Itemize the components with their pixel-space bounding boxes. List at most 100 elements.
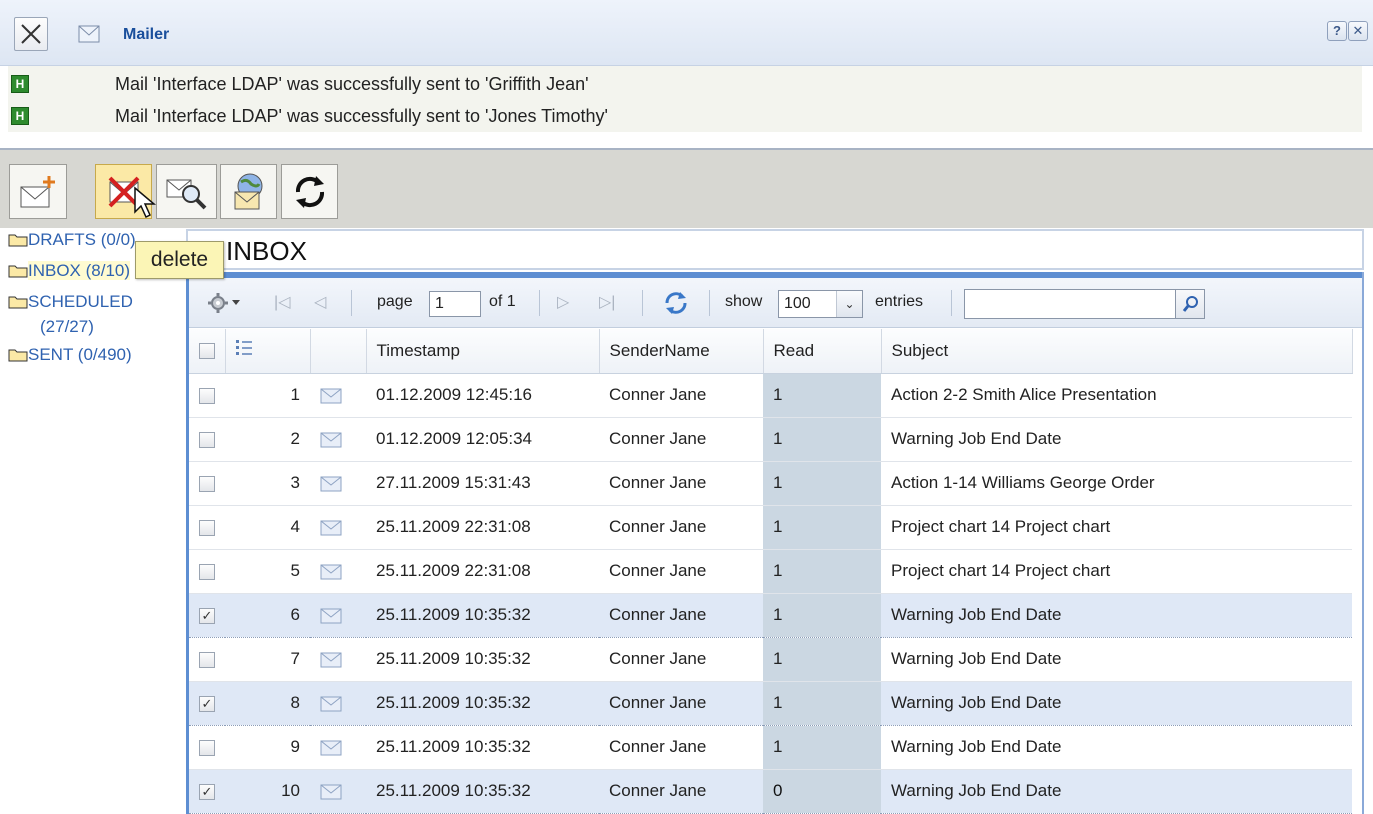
row-select-cell[interactable] — [189, 549, 225, 594]
timestamp-cell: 25.11.2009 10:35:32 — [366, 637, 599, 682]
row-checkbox[interactable] — [199, 563, 215, 580]
read-cell: 1 — [763, 417, 881, 462]
settings-gear-icon[interactable] — [207, 292, 241, 314]
mail-icon-cell — [310, 680, 366, 726]
prev-page-icon[interactable]: ◁ — [314, 292, 326, 312]
row-select-cell[interactable] — [189, 461, 225, 506]
close-icon — [21, 24, 41, 44]
new-mail-button[interactable] — [9, 164, 67, 219]
row-select-cell[interactable] — [189, 417, 225, 462]
column-timestamp[interactable]: Timestamp — [366, 329, 600, 374]
subject-cell: Project chart 14 Project chart — [881, 549, 1352, 594]
row-checkbox[interactable] — [199, 431, 215, 448]
row-select-cell[interactable]: ✓ — [189, 768, 225, 814]
row-select-cell[interactable] — [189, 505, 225, 550]
folder-inbox[interactable]: INBOX (8/10) — [8, 261, 131, 281]
row-checkbox[interactable]: ✓ — [199, 607, 215, 624]
folder-icon — [8, 265, 28, 278]
folder-sent[interactable]: SENT (0/490) — [8, 345, 132, 365]
row-select-cell[interactable] — [189, 725, 225, 770]
row-checkbox[interactable]: ✓ — [199, 695, 215, 712]
separator — [642, 290, 643, 316]
subject-cell: Warning Job End Date — [881, 417, 1352, 462]
sender-cell: Conner Jane — [599, 417, 763, 462]
page-total-label: of 1 — [489, 293, 516, 310]
table-row[interactable]: ✓ 10 25.11.2009 10:35:32 Conner Jane 0 Warnin… — [189, 768, 1352, 814]
table-row[interactable]: 2 01.12.2009 12:05:34 Conner Jane 1 Warning … — [189, 417, 1352, 462]
page-size-select[interactable]: 100 ⌄ — [778, 290, 863, 318]
table-row[interactable]: 1 01.12.2009 12:45:16 Conner Jane 1 Action 2… — [189, 373, 1352, 418]
row-number: 5 — [225, 549, 310, 594]
table-row[interactable]: 9 25.11.2009 10:35:32 Conner Jane 1 Warning … — [189, 725, 1352, 770]
timestamp-cell: 01.12.2009 12:45:16 — [366, 373, 599, 418]
row-number: 2 — [225, 417, 310, 462]
column-read[interactable]: Read — [763, 329, 882, 374]
row-number: 9 — [225, 725, 310, 770]
row-select-cell[interactable]: ✓ — [189, 680, 225, 726]
search-input[interactable] — [964, 289, 1178, 319]
column-sendername[interactable]: SenderName — [599, 329, 764, 374]
row-checkbox[interactable] — [199, 651, 215, 668]
folder-scheduled[interactable]: SCHEDULED — [8, 292, 133, 312]
select-all-checkbox[interactable] — [199, 343, 215, 360]
envelope-icon — [320, 740, 342, 756]
page-number-input[interactable]: 1 — [429, 291, 481, 317]
table-row[interactable]: 7 25.11.2009 10:35:32 Conner Jane 1 Warning … — [189, 637, 1352, 682]
subject-cell: Warning Job End Date — [881, 637, 1352, 682]
subject-cell: Action 1-14 Williams George Order — [881, 461, 1352, 506]
sender-cell: Conner Jane — [599, 637, 763, 682]
row-number: 1 — [225, 373, 310, 418]
title-bar: Mailer ? ✕ — [0, 0, 1373, 66]
search-mail-button[interactable] — [156, 164, 217, 219]
read-cell: 1 — [763, 680, 881, 726]
next-page-icon[interactable]: ▷ — [557, 292, 569, 312]
reload-icon[interactable] — [663, 290, 689, 316]
row-checkbox[interactable] — [199, 387, 215, 404]
last-page-icon[interactable]: ▷| — [599, 292, 615, 312]
folder-name: SENT — [28, 345, 74, 364]
folder-name: INBOX — [28, 261, 81, 280]
refresh-button[interactable] — [281, 164, 338, 219]
mouse-cursor-icon — [134, 186, 157, 219]
timestamp-cell: 01.12.2009 12:05:34 — [366, 417, 599, 462]
page-size-value: 100 — [784, 295, 811, 312]
timestamp-cell: 25.11.2009 10:35:32 — [366, 725, 599, 770]
row-checkbox[interactable] — [199, 475, 215, 492]
first-page-icon[interactable]: |◁ — [274, 292, 290, 312]
tooltip: delete — [135, 241, 224, 279]
mail-icon-cell — [310, 768, 366, 814]
column-subject[interactable]: Subject — [881, 329, 1353, 374]
table-row[interactable]: 5 25.11.2009 22:31:08 Conner Jane 1 Project … — [189, 549, 1352, 594]
folder-name: SCHEDULED — [28, 292, 133, 311]
separator — [709, 290, 710, 316]
close-app-button[interactable] — [14, 17, 48, 51]
row-checkbox[interactable] — [199, 739, 215, 756]
table-row[interactable]: ✓ 8 25.11.2009 10:35:32 Conner Jane 1 Warning… — [189, 680, 1352, 726]
row-checkbox[interactable]: ✓ — [199, 783, 215, 800]
status-messages: H Mail 'Interface LDAP' was successfully… — [8, 66, 1362, 132]
table-row[interactable]: ✓ 6 25.11.2009 10:35:32 Conner Jane 1 Warning… — [189, 592, 1352, 638]
envelope-icon — [320, 608, 342, 624]
sender-cell: Conner Jane — [599, 680, 763, 726]
row-select-cell[interactable]: ✓ — [189, 592, 225, 638]
row-checkbox[interactable] — [199, 519, 215, 536]
row-select-cell[interactable] — [189, 373, 225, 418]
envelope-icon — [320, 520, 342, 536]
help-button[interactable]: ? — [1327, 21, 1347, 41]
select-all-header[interactable] — [189, 329, 226, 374]
folder-drafts[interactable]: DRAFTS (0/0) — [8, 230, 136, 250]
table-row[interactable]: 4 25.11.2009 22:31:08 Conner Jane 1 Project … — [189, 505, 1352, 550]
read-cell: 1 — [763, 461, 881, 506]
close-window-button[interactable]: ✕ — [1348, 21, 1368, 41]
row-select-cell[interactable] — [189, 637, 225, 682]
table-row[interactable]: 3 27.11.2009 15:31:43 Conner Jane 1 Action 1… — [189, 461, 1352, 506]
folder-tree: DRAFTS (0/0) INBOX (8/10) SCHEDULED (27/… — [0, 228, 182, 814]
folder-header: INBOX — [186, 229, 1364, 270]
numbered-list-icon — [235, 340, 252, 356]
mail-icon-cell — [310, 461, 366, 506]
new-mail-icon — [20, 175, 55, 207]
send-receive-button[interactable] — [220, 164, 277, 219]
status-message: H Mail 'Interface LDAP' was successfully… — [8, 68, 1362, 98]
search-button[interactable] — [1175, 289, 1205, 319]
row-number: 10 — [225, 768, 310, 814]
